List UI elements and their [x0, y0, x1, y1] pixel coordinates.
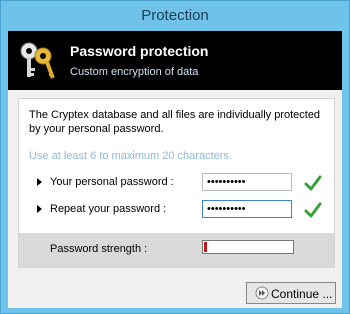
- repeat-password-input[interactable]: [202, 200, 292, 218]
- repeat-password-row: Repeat your password :: [29, 200, 329, 220]
- password-label: Your personal password :: [50, 176, 174, 188]
- repeat-password-label: Repeat your password :: [50, 203, 167, 215]
- header-title: Password protection: [70, 43, 209, 59]
- dialog-body: Password protection Custom encryption of…: [8, 31, 342, 308]
- description-text: The Cryptex database and all files are i…: [29, 109, 321, 135]
- bullet-arrow-icon: [37, 205, 42, 213]
- hint-text: Use at least 6 to maximum 20 characters.: [29, 150, 232, 162]
- continue-button[interactable]: Continue ...: [246, 282, 336, 304]
- footer-bar: Continue ...: [8, 276, 342, 308]
- strength-meter: [202, 240, 294, 254]
- checkmark-icon: [304, 175, 322, 191]
- bullet-arrow-icon: [37, 178, 42, 186]
- password-row: Your personal password :: [29, 173, 329, 193]
- strength-section: Password strength :: [19, 233, 334, 267]
- strength-label: Password strength :: [50, 243, 148, 255]
- dialog-window: Protection Password protection Custom en…: [0, 0, 350, 314]
- header-banner: Password protection Custom encryption of…: [8, 31, 342, 90]
- strength-meter-fill: [204, 242, 207, 252]
- password-panel: The Cryptex database and all files are i…: [18, 98, 335, 268]
- password-input[interactable]: [202, 173, 292, 191]
- window-title: Protection: [141, 7, 209, 24]
- continue-label: Continue ...: [271, 287, 333, 301]
- forward-icon: [255, 286, 269, 300]
- header-subtitle: Custom encryption of data: [70, 66, 199, 78]
- checkmark-icon: [304, 202, 322, 218]
- keys-icon: [20, 42, 55, 79]
